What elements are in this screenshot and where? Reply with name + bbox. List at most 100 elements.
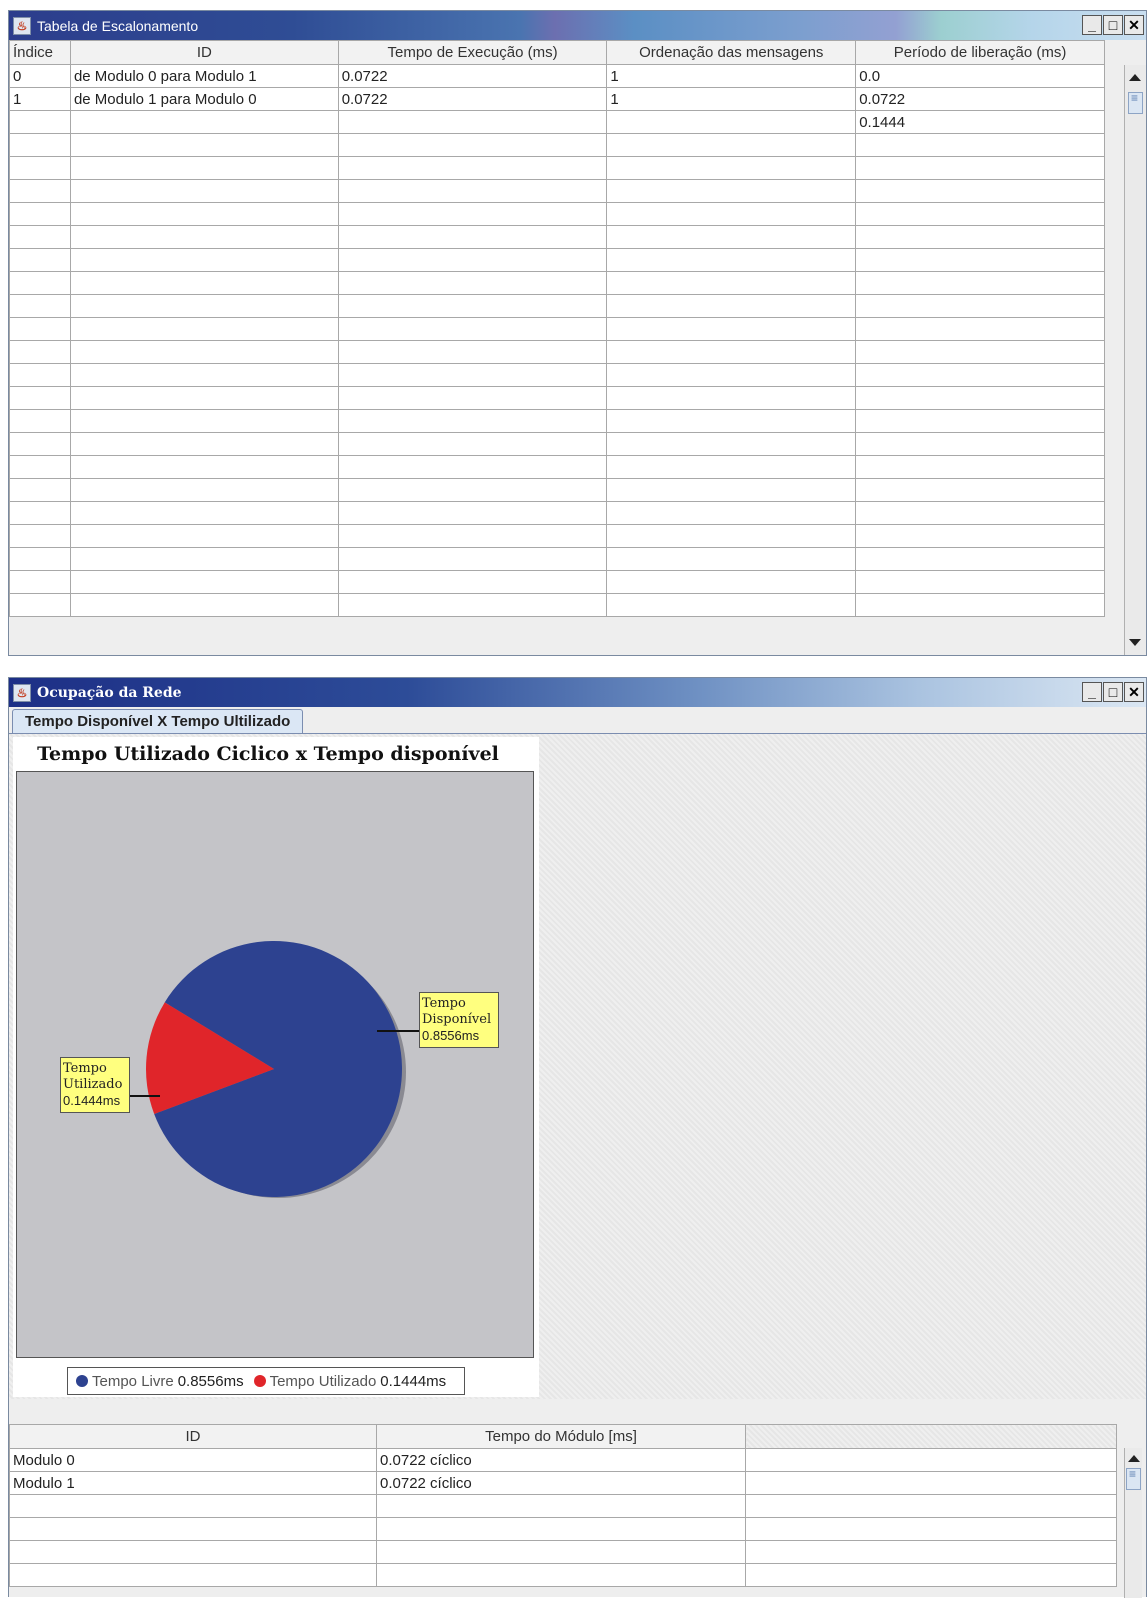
cell-index[interactable] <box>9 524 71 548</box>
cell-index[interactable] <box>9 202 71 226</box>
cell-index[interactable] <box>9 432 71 456</box>
empty-table-row[interactable] <box>9 432 1105 456</box>
cell-message-order[interactable]: 1 <box>606 87 857 111</box>
schedule-scrollbar[interactable] <box>1124 65 1146 655</box>
cell-release-period[interactable]: 0.0 <box>855 64 1105 88</box>
cell-id[interactable] <box>69 547 339 571</box>
cell-id[interactable] <box>69 524 339 548</box>
cell-release-period[interactable] <box>855 386 1105 410</box>
cell-message-order[interactable] <box>606 110 857 134</box>
col-header-message-order[interactable]: Ordenação das mensagens <box>606 40 857 65</box>
cell-module-id[interactable]: Modulo 1 <box>9 1471 377 1495</box>
cell-message-order[interactable] <box>606 248 857 272</box>
scroll-up-icon[interactable] <box>1128 1455 1140 1462</box>
cell-message-order[interactable] <box>606 593 857 617</box>
minimize-icon[interactable]: _ <box>1082 682 1102 702</box>
cell-message-order[interactable] <box>606 156 857 180</box>
cell-message-order[interactable] <box>606 547 857 571</box>
cell-id[interactable] <box>69 133 339 157</box>
cell-index[interactable] <box>9 501 71 525</box>
cell-message-order[interactable] <box>606 271 857 295</box>
maximize-icon[interactable]: □ <box>1103 15 1123 35</box>
cell-exec-time[interactable] <box>337 133 608 157</box>
col-header-exec-time[interactable]: Tempo de Execução (ms) <box>337 40 608 65</box>
cell-release-period[interactable] <box>855 156 1105 180</box>
cell-exec-time[interactable] <box>337 202 608 226</box>
cell-message-order[interactable] <box>606 363 857 387</box>
empty-table-row[interactable] <box>9 524 1105 548</box>
cell-release-period[interactable] <box>855 432 1105 456</box>
cell-exec-time[interactable]: 0.0722 <box>337 64 608 88</box>
cell-id[interactable] <box>69 386 339 410</box>
col-header-id[interactable]: ID <box>69 40 339 65</box>
scroll-down-icon[interactable] <box>1129 639 1141 646</box>
cell-index[interactable] <box>9 317 71 341</box>
cell-release-period[interactable] <box>855 340 1105 364</box>
cell-index[interactable] <box>9 133 71 157</box>
cell-id[interactable] <box>69 363 339 387</box>
empty-table-row[interactable] <box>9 501 1105 525</box>
cell-id[interactable] <box>69 179 339 203</box>
cell-message-order[interactable] <box>606 455 857 479</box>
cell-message-order[interactable] <box>606 179 857 203</box>
empty-table-row[interactable] <box>9 478 1105 502</box>
empty-table-row[interactable] <box>9 156 1105 180</box>
cell-release-period[interactable] <box>855 547 1105 571</box>
cell-exec-time[interactable] <box>337 225 608 249</box>
cell-exec-time[interactable] <box>337 501 608 525</box>
empty-table-row[interactable] <box>9 271 1105 295</box>
empty-table-row[interactable] <box>9 363 1105 387</box>
cell-id[interactable] <box>69 225 339 249</box>
cell-id[interactable] <box>69 294 339 318</box>
cell-release-period[interactable] <box>855 409 1105 433</box>
scroll-up-icon[interactable] <box>1129 74 1141 81</box>
cell-exec-time[interactable] <box>337 271 608 295</box>
cell-id[interactable] <box>69 248 339 272</box>
empty-table-row[interactable] <box>9 1563 1117 1587</box>
empty-table-row[interactable] <box>9 570 1105 594</box>
cell-module-time[interactable]: 0.0722 cíclico <box>376 1471 746 1495</box>
cell-exec-time[interactable] <box>337 524 608 548</box>
cell-exec-time[interactable] <box>337 593 608 617</box>
cell-exec-time[interactable] <box>337 570 608 594</box>
cell-release-period[interactable] <box>855 225 1105 249</box>
cell-message-order[interactable] <box>606 524 857 548</box>
cell-id[interactable] <box>69 432 339 456</box>
cell-index[interactable] <box>9 363 71 387</box>
cell-index[interactable] <box>9 156 71 180</box>
cell-module-id[interactable] <box>9 1494 377 1518</box>
cell-empty[interactable] <box>745 1494 1117 1518</box>
empty-table-row[interactable] <box>9 179 1105 203</box>
cell-index[interactable] <box>9 570 71 594</box>
minimize-icon[interactable]: _ <box>1082 15 1102 35</box>
cell-module-time[interactable] <box>376 1494 746 1518</box>
empty-table-row[interactable] <box>9 317 1105 341</box>
cell-index[interactable]: 0 <box>9 64 71 88</box>
cell-index[interactable] <box>9 547 71 571</box>
cell-exec-time[interactable] <box>337 248 608 272</box>
col-header-module-time[interactable]: Tempo do Módulo [ms] <box>376 1424 746 1449</box>
col-header-module-id[interactable]: ID <box>9 1424 377 1449</box>
cell-message-order[interactable] <box>606 202 857 226</box>
scroll-thumb[interactable] <box>1126 1467 1141 1490</box>
table-row[interactable]: Modulo 0 0.0722 cíclico <box>9 1448 1117 1472</box>
cell-id[interactable] <box>69 110 339 134</box>
empty-table-row[interactable] <box>9 547 1105 571</box>
cell-message-order[interactable] <box>606 317 857 341</box>
table-row[interactable]: 0 de Modulo 0 para Modulo 1 0.0722 1 0.0 <box>9 64 1105 88</box>
table-row[interactable]: 1 de Modulo 1 para Modulo 0 0.0722 1 0.0722 <box>9 87 1105 111</box>
cell-id[interactable] <box>69 570 339 594</box>
cell-exec-time[interactable] <box>337 455 608 479</box>
cell-release-period[interactable] <box>855 363 1105 387</box>
empty-table-row[interactable] <box>9 202 1105 226</box>
cell-release-period[interactable] <box>855 179 1105 203</box>
cell-exec-time[interactable] <box>337 156 608 180</box>
cell-message-order[interactable]: 1 <box>606 64 857 88</box>
cell-message-order[interactable] <box>606 478 857 502</box>
cell-id[interactable] <box>69 409 339 433</box>
cell-index[interactable] <box>9 409 71 433</box>
cell-module-time[interactable] <box>376 1563 746 1587</box>
cell-index[interactable] <box>9 593 71 617</box>
cell-exec-time[interactable] <box>337 409 608 433</box>
table-row[interactable]: 0.1444 <box>9 110 1105 134</box>
